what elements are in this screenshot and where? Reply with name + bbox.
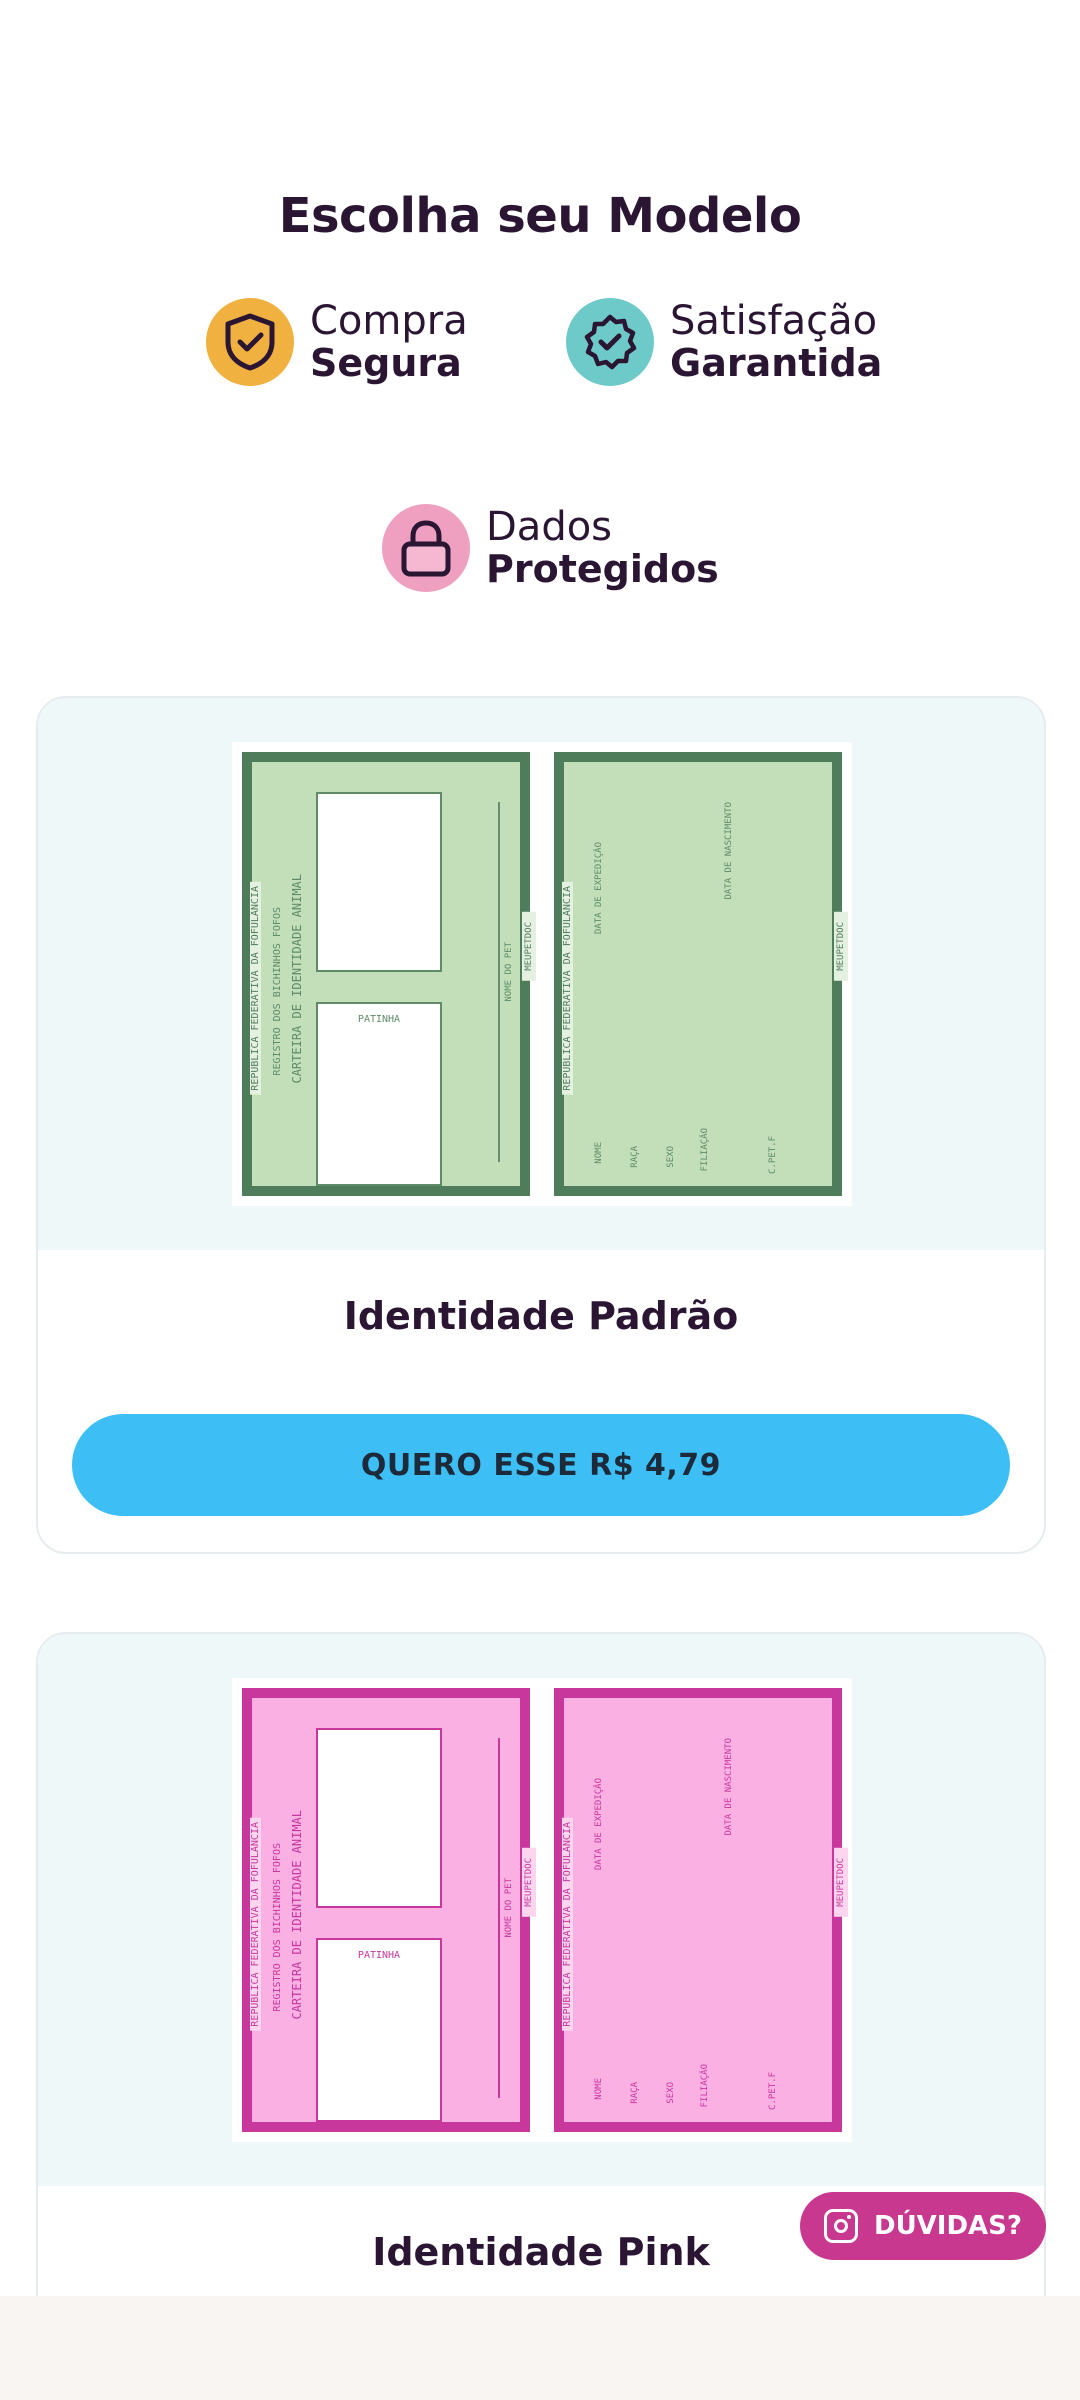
help-button-label: DÚVIDAS? <box>873 2211 1022 2241</box>
pet-name-label: NOME DO PET <box>504 942 514 1002</box>
republic-label: REPÚBLICA FEDERATIVA DA FOFULÂNCIA <box>250 882 261 1095</box>
paw-label: PATINHA <box>357 1014 401 1025</box>
issue-date-label: DATA DE EXPEDIÇÃO <box>594 842 604 935</box>
product-image-area: REPÚBLICA FEDERATIVA DA FOFULÂNCIA REGIS… <box>38 1634 1044 2186</box>
id-front-page: REPÚBLICA FEDERATIVA DA FOFULÂNCIA REGIS… <box>242 752 536 1196</box>
buy-button[interactable]: QUERO ESSE R$ 4,79 <box>72 1414 1010 1516</box>
brand-label: MEUPETDOC <box>834 912 848 981</box>
registry-label: REGISTRO DOS BICHINHOS FOFOS <box>272 1843 283 2012</box>
product-image: REPÚBLICA FEDERATIVA DA FOFULÂNCIA REGIS… <box>232 742 852 1206</box>
lock-icon <box>382 504 470 592</box>
photo-box-bottom <box>316 1002 442 1186</box>
photo-box-bottom <box>316 1938 442 2122</box>
badge-line1: Satisfação <box>670 298 878 344</box>
birth-date-label: DATA DE NASCIMENTO <box>724 802 734 900</box>
help-button[interactable]: DÚVIDAS? <box>800 2192 1046 2260</box>
photo-box-top <box>316 1728 442 1908</box>
signature-line <box>498 1738 500 2098</box>
republic-label: REPÚBLICA FEDERATIVA DA FOFULÂNCIA <box>562 1818 573 2031</box>
id-title-label: CARTEIRA DE IDENTIDADE ANIMAL <box>290 874 304 1084</box>
seal-check-icon <box>566 298 654 386</box>
badge-secure-purchase: Compra Segura <box>206 298 468 386</box>
product-image-area: REPÚBLICA FEDERATIVA DA FOFULÂNCIA REGIS… <box>38 698 1044 1250</box>
footer-bar <box>0 2296 1080 2400</box>
badge-line2: Garantida <box>670 341 883 385</box>
brand-label: MEUPETDOC <box>522 1848 536 1917</box>
birth-date-label: DATA DE NASCIMENTO <box>724 1738 734 1836</box>
brand-label: MEUPETDOC <box>834 1848 848 1917</box>
republic-label: REPÚBLICA FEDERATIVA DA FOFULÂNCIA <box>562 882 573 1095</box>
field-parents: FILIAÇÃO <box>700 2064 710 2108</box>
instagram-icon <box>823 2209 858 2243</box>
field-cpf: C.PET.F <box>768 1136 778 1174</box>
field-name: NOME <box>594 2078 604 2100</box>
badge-satisfaction: Satisfação Garantida <box>566 298 882 386</box>
issue-date-label: DATA DE EXPEDIÇÃO <box>594 1778 604 1871</box>
paw-label: PATINHA <box>357 1950 401 1961</box>
field-name: NOME <box>594 1142 604 1164</box>
field-breed: RAÇA <box>630 2082 640 2104</box>
badge-protected-data: Dados Protegidos <box>382 504 719 592</box>
badge-line1: Dados <box>486 504 613 550</box>
badge-line2: Segura <box>310 341 462 385</box>
brand-label: MEUPETDOC <box>522 912 536 981</box>
republic-label: REPÚBLICA FEDERATIVA DA FOFULÂNCIA <box>250 1818 261 2031</box>
badge-line2: Protegidos <box>486 547 719 591</box>
id-title-label: CARTEIRA DE IDENTIDADE ANIMAL <box>290 1810 304 2020</box>
signature-line <box>498 802 500 1162</box>
id-front-page: REPÚBLICA FEDERATIVA DA FOFULÂNCIA REGIS… <box>242 1688 536 2132</box>
badge-line1: Compra <box>310 298 468 344</box>
registry-label: REGISTRO DOS BICHINHOS FOFOS <box>272 907 283 1076</box>
field-sex: SEXO <box>666 2082 676 2104</box>
id-back-page: REPÚBLICA FEDERATIVA DA FOFULÂNCIA DATA … <box>554 1688 848 2132</box>
pet-name-label: NOME DO PET <box>504 1878 514 1938</box>
id-back-page: REPÚBLICA FEDERATIVA DA FOFULÂNCIA DATA … <box>554 752 848 1196</box>
photo-box-top <box>316 792 442 972</box>
page-title: Escolha seu Modelo <box>278 188 802 244</box>
product-title: Identidade Padrão <box>343 1294 739 1338</box>
product-image: REPÚBLICA FEDERATIVA DA FOFULÂNCIA REGIS… <box>232 1678 852 2142</box>
shield-check-icon <box>206 298 294 386</box>
field-parents: FILIAÇÃO <box>700 1128 710 1172</box>
field-sex: SEXO <box>666 1146 676 1168</box>
product-card-standard: REPÚBLICA FEDERATIVA DA FOFULÂNCIA REGIS… <box>36 696 1046 1554</box>
field-cpf: C.PET.F <box>768 2072 778 2110</box>
field-breed: RAÇA <box>630 1146 640 1168</box>
